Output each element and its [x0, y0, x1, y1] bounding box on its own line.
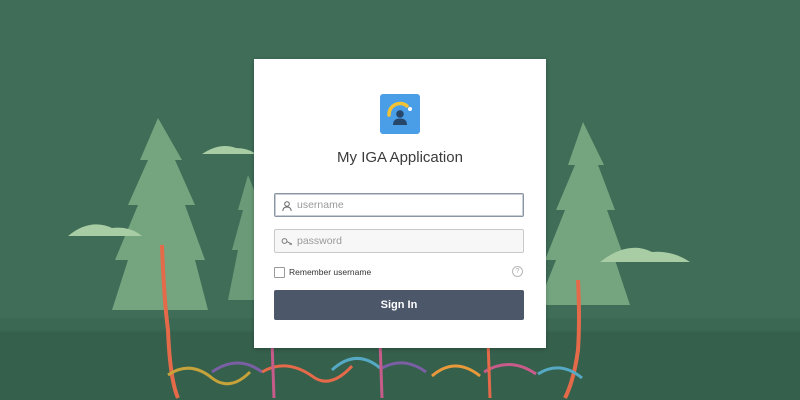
- username-input[interactable]: [297, 196, 517, 214]
- key-icon: [281, 235, 293, 247]
- user-gauge-icon: [380, 94, 420, 134]
- remember-username-label: Remember username: [289, 267, 372, 277]
- user-icon: [281, 199, 293, 212]
- sign-in-button[interactable]: Sign In: [274, 290, 524, 320]
- username-field[interactable]: [274, 193, 524, 217]
- question-circle-icon[interactable]: ?: [512, 266, 523, 277]
- password-field[interactable]: [274, 229, 524, 253]
- remember-username-checkbox[interactable]: [274, 266, 285, 278]
- app-title: My IGA Application: [337, 149, 463, 166]
- password-input[interactable]: [297, 232, 517, 250]
- login-card: My IGA Application Remember username ? S…: [254, 59, 546, 348]
- remember-username-row[interactable]: Remember username: [274, 266, 371, 278]
